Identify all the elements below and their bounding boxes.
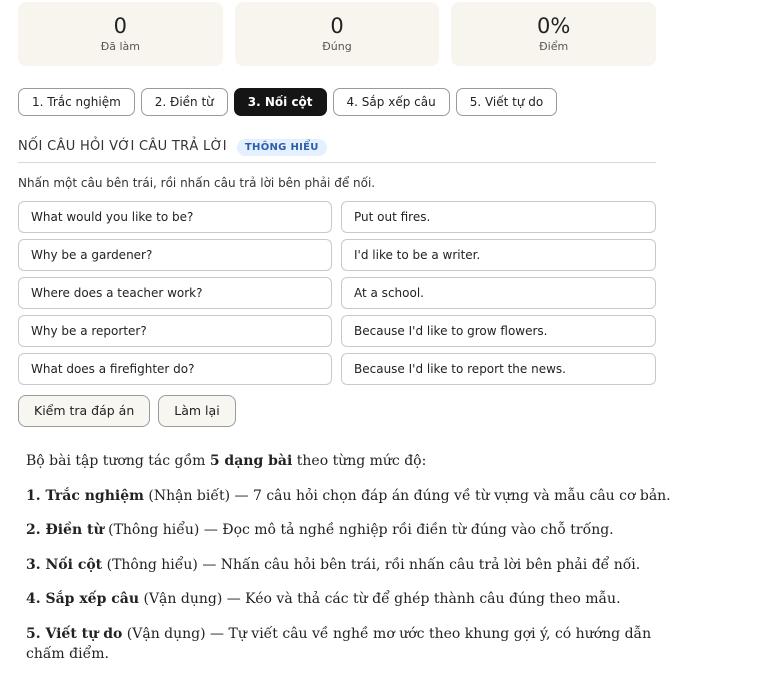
description-item: 4. Sắp xếp câu (Vận dụng) — Kéo và thả c…: [26, 589, 676, 609]
intro-bold: 5 dạng bài: [209, 453, 293, 469]
question-card[interactable]: What does a firefighter do?: [18, 353, 332, 385]
action-buttons: Kiểm tra đáp án Làm lại: [18, 395, 236, 427]
stat-correct-value: 0: [330, 14, 344, 38]
item-text: (Thông hiểu) — Nhấn câu hỏi bên trái, rồ…: [102, 556, 641, 573]
tab-matching[interactable]: 3. Nối cột: [233, 88, 327, 116]
question-card[interactable]: Why be a gardener?: [18, 239, 332, 271]
stat-done-label: Đã làm: [100, 40, 140, 53]
stat-score-label: Điểm: [539, 40, 569, 53]
tab-sentence-order[interactable]: 4. Sắp xếp câu: [332, 88, 450, 116]
description-item: 2. Điền từ (Thông hiểu) — Đọc mô tả nghề…: [26, 520, 676, 540]
stat-done-value: 0: [113, 14, 128, 38]
description: Bộ bài tập tương tác gồm 5 dạng bài theo…: [26, 451, 676, 678]
stat-done: 0 Đã làm: [18, 2, 223, 66]
item-name: 5. Viết tự do: [26, 625, 123, 642]
matching-grid: What would you like to be? Put out fires…: [18, 201, 656, 385]
item-text: (Thông hiểu) — Đọc mô tả nghề nghiệp rồi…: [103, 522, 614, 538]
stat-score-value: 0%: [537, 14, 571, 38]
stat-score: 0% Điểm: [451, 2, 657, 66]
tab-fill-in[interactable]: 2. Điền từ: [140, 88, 228, 116]
instruction-text: Nhấn một câu bên trái, rồi nhấn câu trả …: [18, 176, 376, 190]
item-name: 2. Điền từ: [26, 522, 104, 538]
level-badge: THÔNG HIỂU: [236, 139, 327, 156]
item-text: (Nhận biết) — 7 câu hỏi chọn đáp án đúng…: [143, 487, 671, 504]
description-intro: Bộ bài tập tương tác gồm 5 dạng bài theo…: [26, 451, 676, 471]
description-item: 5. Viết tự do (Vận dụng) — Tự viết câu v…: [26, 624, 676, 664]
answer-card[interactable]: At a school.: [341, 277, 656, 309]
answer-card[interactable]: Because I'd like to report the news.: [341, 353, 656, 385]
item-name: 4. Sắp xếp câu: [26, 591, 140, 607]
question-card[interactable]: Where does a teacher work?: [18, 277, 332, 309]
stat-correct-label: Đúng: [322, 40, 352, 53]
tab-multiple-choice[interactable]: 1. Trắc nghiệm: [18, 88, 135, 116]
answer-card[interactable]: Put out fires.: [341, 201, 656, 233]
item-name: 1. Trắc nghiệm: [26, 487, 144, 504]
section-header: NỐI CÂU HỎI VỚI CÂU TRẢ LỜI THÔNG HIỂU: [18, 137, 656, 163]
question-card[interactable]: What would you like to be?: [18, 201, 332, 233]
tab-free-writing[interactable]: 5. Viết tự do: [455, 88, 558, 116]
check-answers-button[interactable]: Kiểm tra đáp án: [18, 395, 151, 427]
description-item: 3. Nối cột (Thông hiểu) — Nhấn câu hỏi b…: [26, 555, 676, 575]
question-card[interactable]: Why be a reporter?: [18, 315, 332, 347]
answer-card[interactable]: Because I'd like to grow flowers.: [341, 315, 656, 347]
reset-button[interactable]: Làm lại: [158, 395, 236, 427]
stats-bar: 0 Đã làm 0 Đúng 0% Điểm: [18, 2, 657, 66]
stat-correct: 0 Đúng: [234, 2, 440, 66]
item-name: 3. Nối cột: [26, 556, 103, 573]
intro-post: theo từng mức độ:: [292, 453, 427, 469]
answer-card[interactable]: I'd like to be a writer.: [341, 239, 656, 271]
intro-pre: Bộ bài tập tương tác gồm: [26, 453, 210, 469]
section-title: NỐI CÂU HỎI VỚI CÂU TRẢ LỜI: [18, 139, 227, 154]
item-text: (Vận dụng) — Kéo và thả các từ để ghép t…: [139, 591, 621, 607]
exercise-tabs: 1. Trắc nghiệm 2. Điền từ 3. Nối cột 4. …: [18, 88, 558, 116]
description-item: 1. Trắc nghiệm (Nhận biết) — 7 câu hỏi c…: [26, 486, 676, 506]
